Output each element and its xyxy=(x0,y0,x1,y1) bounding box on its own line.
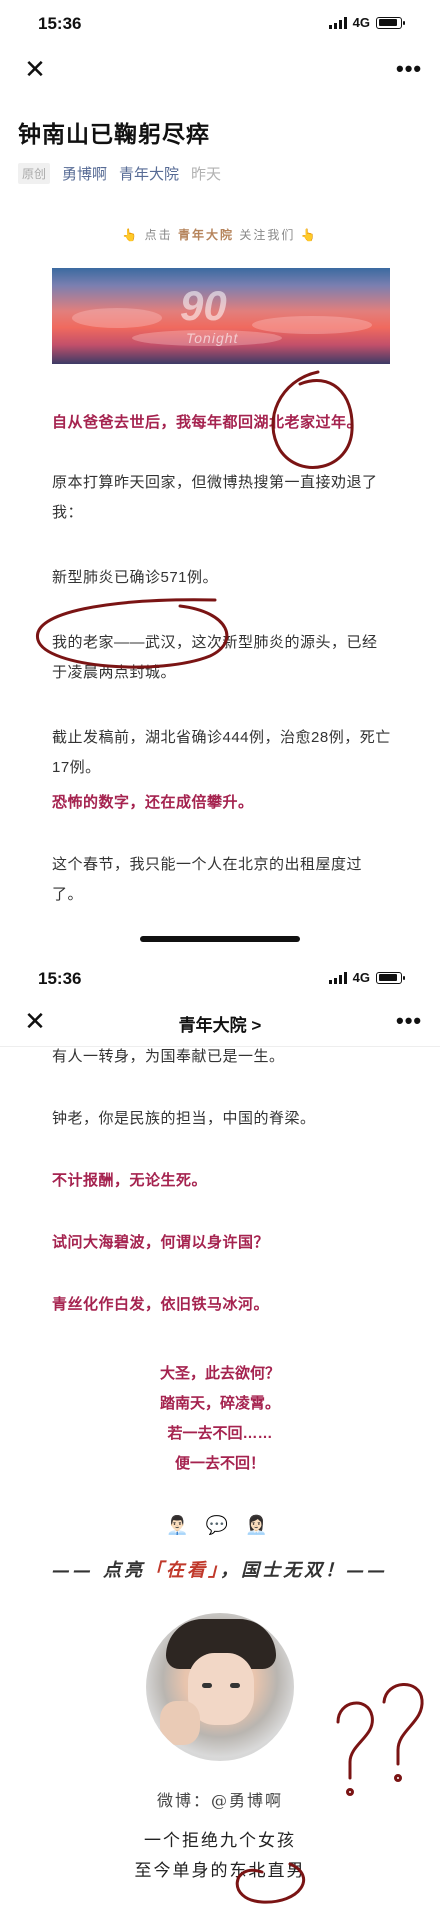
paragraph: 截止发稿前，湖北省确诊444例，治愈28例，死亡17例。 xyxy=(52,729,391,776)
slogan: —— 点亮「在看」，国士无双！—— xyxy=(0,1556,440,1582)
article-meta: 原创 勇博啊 青年大院 昨天 xyxy=(18,163,221,184)
network-label: 4G xyxy=(352,15,370,30)
follow-account: 青年大院 xyxy=(177,228,234,242)
paragraph: 这个春节，我只能一个人在北京的出租屋度过了。 xyxy=(52,856,363,903)
author-avatar xyxy=(146,1613,294,1761)
battery-icon xyxy=(376,971,405,984)
status-bar: 15:36 4G xyxy=(0,0,440,44)
paragraph: 我的老家——武汉，这次新型肺炎的源头，已经于凌晨两点封城。 xyxy=(52,634,378,681)
poem-line: 踏南天，碎凌霄。 xyxy=(159,1395,280,1412)
poem-line: 若一去不回…… xyxy=(167,1425,273,1442)
paragraph: 新型肺炎已确诊571例。 xyxy=(52,569,219,586)
weibo-handle: 微博：@勇博啊 xyxy=(156,1791,283,1810)
paragraph: 自从爸爸去世后，我每年都回湖北老家过年。 xyxy=(52,414,363,431)
follow-prompt[interactable]: 👆 点击 青年大院 关注我们 👆 xyxy=(0,226,440,243)
banner-subtitle: Tonight xyxy=(186,330,239,346)
slogan-prefix: —— 点亮 xyxy=(51,1560,146,1581)
account-title-link[interactable]: 青年大院 > xyxy=(0,1011,440,1036)
pointing-hand-icon: 👆 xyxy=(122,228,140,242)
ink-question-mark xyxy=(336,1701,374,1780)
status-icons: 4G xyxy=(328,15,405,30)
paragraph: 恐怖的数字，还在成倍攀升。 xyxy=(52,794,254,811)
slogan-highlight[interactable]: 「在看」 xyxy=(145,1560,220,1581)
bio-line: 至今单身的东北直男 xyxy=(134,1861,306,1881)
status-icons: 4G xyxy=(328,970,405,985)
poem-line: 大圣，此去欲何？ xyxy=(159,1365,280,1382)
status-time: 15:36 xyxy=(38,969,82,988)
follow-suffix: 关注我们 xyxy=(239,228,296,242)
poem-line: 便一去不回！ xyxy=(174,1455,265,1472)
signal-icon xyxy=(328,971,347,984)
paragraph: 试问大海碧波，何谓以身许国？ xyxy=(52,1234,270,1251)
banner-logo: 90 xyxy=(180,282,227,329)
slogan-suffix: ，国士无双！—— xyxy=(220,1560,389,1581)
paragraph: 钟老，你是民族的担当，中国的脊梁。 xyxy=(52,1110,316,1127)
header-banner-image: 90 Tonight xyxy=(52,268,390,364)
paragraph: 不计报酬，无论生死。 xyxy=(52,1172,208,1189)
status-bar: 15:36 4G xyxy=(0,955,440,999)
more-icon[interactable]: ••• xyxy=(396,56,422,82)
account-link[interactable]: 青年大院 xyxy=(119,163,179,184)
pointing-hand-icon: 👆 xyxy=(300,228,318,242)
article-title: 钟南山已鞠躬尽瘁 xyxy=(18,121,210,147)
publish-date: 昨天 xyxy=(191,166,222,183)
status-time: 15:36 xyxy=(38,14,82,33)
more-icon[interactable]: ••• xyxy=(396,1008,422,1034)
follow-prefix: 点击 xyxy=(144,228,173,242)
paragraph: 有人一转身，为国奉献已是一生。 xyxy=(52,1048,285,1065)
original-badge: 原创 xyxy=(18,163,51,184)
author-link[interactable]: 勇博啊 xyxy=(62,163,107,184)
signal-icon xyxy=(328,16,347,29)
paragraph: 青丝化作白发，依旧铁马冰河。 xyxy=(52,1296,270,1313)
emoji-decoration: 👨🏻‍💼 💬 👩🏻‍💼 xyxy=(166,1515,274,1535)
paragraph: 原本打算昨天回家，但微博热搜第一直接劝退了我： xyxy=(52,474,378,521)
battery-icon xyxy=(376,16,405,29)
bio-line: 一个拒绝九个女孩 xyxy=(144,1831,296,1851)
home-indicator xyxy=(140,936,300,942)
network-label: 4G xyxy=(352,970,370,985)
close-icon[interactable]: ✕ xyxy=(20,54,50,84)
